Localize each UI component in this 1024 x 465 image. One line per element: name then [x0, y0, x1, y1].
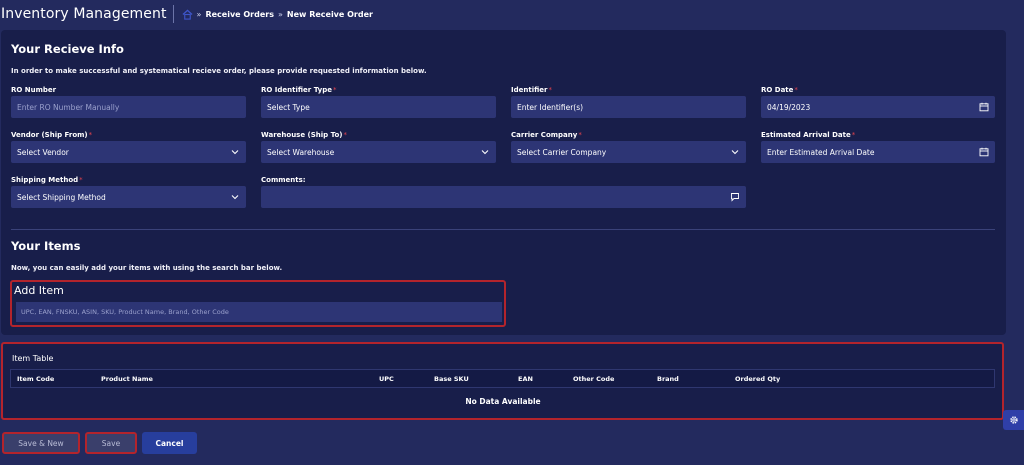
settings-button[interactable]	[1003, 410, 1024, 430]
item-table-header: Item Code Product Name UPC Base SKU EAN …	[10, 369, 995, 388]
column-ean[interactable]: EAN	[518, 375, 533, 383]
ro-number-input[interactable]: Enter RO Number Manually	[11, 96, 246, 118]
app-title: Inventory Management	[1, 6, 167, 22]
chevron-down-icon	[481, 150, 489, 155]
section-divider	[11, 229, 995, 230]
items-description: Now, you can easily add your items with …	[11, 264, 283, 272]
empty-table-message: No Data Available	[465, 397, 541, 406]
top-bar: Inventory Management » Receive Orders » …	[0, 0, 1024, 28]
items-title: Your Items	[11, 239, 81, 253]
add-item-title: Add Item	[14, 284, 64, 297]
item-table-title: Item Table	[12, 354, 54, 363]
ro-number-label: RO Number	[11, 86, 57, 94]
calendar-icon[interactable]	[979, 102, 989, 112]
gear-icon	[1009, 416, 1018, 424]
comment-icon	[731, 193, 739, 202]
column-item-code[interactable]: Item Code	[17, 375, 54, 383]
column-other-code[interactable]: Other Code	[573, 375, 614, 383]
breadcrumb-receive-orders[interactable]: Receive Orders	[205, 10, 274, 19]
column-brand[interactable]: Brand	[657, 375, 679, 383]
ro-identifier-type-select[interactable]: Select Type	[261, 96, 496, 118]
column-upc[interactable]: UPC	[379, 375, 394, 383]
carrier-company-label: Carrier Company*	[511, 131, 582, 139]
receive-order-form-card: Your Recieve Info In order to make succe…	[1, 30, 1006, 335]
comments-label: Comments:	[261, 176, 306, 184]
home-icon[interactable]	[182, 9, 193, 20]
column-base-sku[interactable]: Base SKU	[434, 375, 469, 383]
receive-info-description: In order to make successful and systemat…	[11, 67, 427, 75]
item-search-input[interactable]: UPC, EAN, FNSKU, ASIN, SKU, Product Name…	[16, 302, 502, 322]
cancel-button[interactable]: Cancel	[142, 432, 197, 454]
vendor-label: Vendor (Ship From)*	[11, 131, 93, 139]
shipping-method-label: Shipping Method*	[11, 176, 83, 184]
identifier-input[interactable]: Enter Identifier(s)	[511, 96, 746, 118]
column-ordered-qty[interactable]: Ordered Qty	[735, 375, 780, 383]
item-table-panel: Item Table Item Code Product Name UPC Ba…	[1, 342, 1004, 420]
breadcrumb-new-receive-order: New Receive Order	[286, 9, 373, 19]
ro-identifier-type-label: RO Identifier Type*	[261, 86, 337, 94]
estimated-arrival-label: Estimated Arrival Date*	[761, 131, 856, 139]
chevron-down-icon	[231, 150, 239, 155]
shipping-method-select[interactable]: Select Shipping Method	[11, 186, 246, 208]
receive-info-title: Your Recieve Info	[11, 42, 124, 56]
carrier-company-select[interactable]: Select Carrier Company	[511, 141, 746, 163]
save-button[interactable]: Save	[85, 432, 137, 454]
breadcrumb-separator: »	[196, 9, 202, 19]
calendar-icon[interactable]	[979, 147, 989, 157]
add-item-panel: Add Item UPC, EAN, FNSKU, ASIN, SKU, Pro…	[10, 280, 506, 327]
column-product-name[interactable]: Product Name	[101, 375, 153, 383]
identifier-label: Identifier*	[511, 86, 552, 94]
vendor-select[interactable]: Select Vendor	[11, 141, 246, 163]
chevron-down-icon	[731, 150, 739, 155]
chevron-down-icon	[231, 195, 239, 200]
ro-date-label: RO Date*	[761, 86, 798, 94]
comments-input[interactable]	[261, 186, 746, 208]
warehouse-label: Warehouse (Ship To)*	[261, 131, 347, 139]
title-divider	[172, 5, 174, 23]
breadcrumb-separator: »	[277, 9, 283, 19]
save-and-new-button[interactable]: Save & New	[2, 432, 80, 454]
warehouse-select[interactable]: Select Warehouse	[261, 141, 496, 163]
ro-date-input[interactable]: 04/19/2023	[761, 96, 995, 118]
estimated-arrival-input[interactable]: Enter Estimated Arrival Date	[761, 141, 995, 163]
